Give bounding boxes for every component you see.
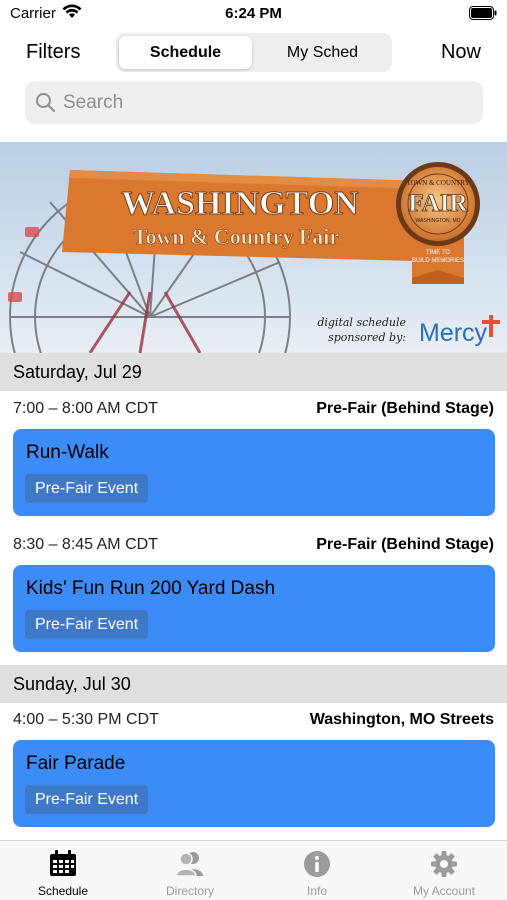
sponsor-line1: digital schedule: [317, 316, 406, 329]
segment-schedule[interactable]: Schedule: [119, 36, 252, 69]
mercy-logo-text: Mercy: [419, 319, 488, 347]
banner-title-line1: WASHINGTON: [121, 185, 359, 222]
tab-directory[interactable]: Directory: [127, 841, 253, 900]
event-title: Fair Parade: [26, 753, 126, 774]
seal-top-text: TOWN & COUNTRY: [406, 179, 469, 187]
search-bar: [25, 81, 483, 124]
seal-main-text: FAIR: [408, 190, 468, 217]
event-meta-row: 7:00 – 8:00 AM CDT Pre-Fair (Behind Stag…: [13, 397, 494, 421]
tab-info[interactable]: Info: [254, 841, 380, 900]
event-meta-row: 8:30 – 8:45 AM CDT Pre-Fair (Behind Stag…: [13, 533, 494, 557]
navigation-bar: Filters Schedule My Sched Now: [0, 28, 507, 78]
event-time: 4:00 – 5:30 PM CDT: [13, 711, 159, 728]
seal-ribbon-line1: TIME TO: [426, 250, 450, 256]
event-category-badge: Pre-Fair Event: [25, 474, 149, 503]
segment-my-sched[interactable]: My Sched: [256, 36, 389, 69]
filters-button[interactable]: Filters: [26, 41, 80, 64]
battery-icon: [469, 6, 497, 25]
now-button[interactable]: Now: [441, 41, 481, 64]
event-category-badge: Pre-Fair Event: [25, 785, 149, 814]
tab-my-account[interactable]: My Account: [381, 841, 507, 900]
search-input[interactable]: [63, 81, 473, 124]
tab-label: My Account: [412, 884, 476, 898]
fair-banner: WASHINGTON Town & Country Fair TOWN & CO…: [0, 142, 507, 353]
event-location: Pre-Fair (Behind Stage): [316, 536, 494, 553]
event-time: 7:00 – 8:00 AM CDT: [13, 400, 158, 417]
tab-bar: Schedule Directory Info My Account: [0, 840, 507, 900]
search-icon: [35, 92, 56, 118]
people-icon: [175, 850, 205, 882]
status-time: 6:24 PM: [225, 5, 282, 22]
event-meta-row: 4:00 – 5:30 PM CDT Washington, MO Street…: [13, 708, 494, 732]
day-header: Saturday, Jul 29: [0, 353, 507, 391]
event-location: Washington, MO Streets: [309, 711, 494, 728]
event-category-badge: Pre-Fair Event: [25, 610, 149, 639]
tab-label: Schedule: [37, 884, 89, 898]
event-location: Pre-Fair (Behind Stage): [316, 400, 494, 417]
schedule-segmented-control: Schedule My Sched: [116, 33, 392, 72]
info-icon: [303, 850, 331, 883]
event-time: 8:30 – 8:45 AM CDT: [13, 536, 158, 553]
event-title: Kids' Fun Run 200 Yard Dash: [26, 578, 276, 599]
banner-illustration: WASHINGTON Town & Country Fair TOWN & CO…: [0, 142, 507, 353]
status-bar: Carrier 6:24 PM: [0, 0, 507, 28]
calendar-icon: [49, 850, 77, 882]
day-header: Sunday, Jul 30: [0, 665, 507, 703]
seal-sub-text: WASHINGTON, MO: [416, 218, 461, 224]
banner-title-line2: Town & Country Fair: [133, 224, 340, 249]
event-card[interactable]: Fair Parade Pre-Fair Event: [13, 740, 495, 827]
tab-label: Info: [306, 884, 327, 898]
seal-ribbon-line2: BUILD MEMORIES: [412, 258, 464, 264]
event-title: Run-Walk: [26, 442, 109, 463]
sponsor-line2: sponsored by:: [328, 331, 406, 344]
event-card[interactable]: Run-Walk Pre-Fair Event: [13, 429, 495, 516]
tab-label: Directory: [165, 884, 214, 898]
tab-schedule[interactable]: Schedule: [0, 841, 126, 900]
gear-icon: [430, 850, 458, 883]
event-card[interactable]: Kids' Fun Run 200 Yard Dash Pre-Fair Eve…: [13, 565, 495, 652]
